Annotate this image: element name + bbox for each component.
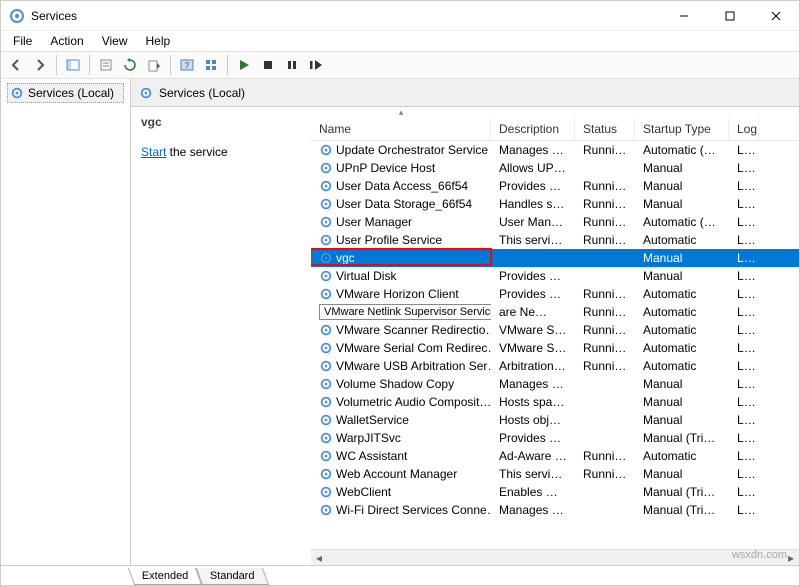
col-name[interactable]: Name <box>311 118 491 140</box>
col-status[interactable]: Status <box>575 118 635 140</box>
maximize-button[interactable] <box>707 1 753 31</box>
console-tree: Services (Local) <box>1 79 131 565</box>
gear-icon <box>319 251 333 265</box>
view-tabs: Extended Standard <box>1 565 799 585</box>
svg-text:?: ? <box>185 61 190 70</box>
toolbar: ? <box>1 51 799 79</box>
gear-icon <box>319 413 333 427</box>
detail-panel: vgc Start the service <box>131 107 311 565</box>
grid-header: Name Description Status Startup Type Log <box>311 117 799 141</box>
menu-help[interactable]: Help <box>138 32 179 50</box>
menu-view[interactable]: View <box>94 32 136 50</box>
gear-icon <box>10 86 24 100</box>
view-mode-button[interactable] <box>200 54 222 76</box>
main-area: Services (Local) Services (Local) vgc St… <box>1 79 799 565</box>
content-pane: Services (Local) vgc Start the service ▴… <box>131 79 799 565</box>
gear-icon <box>319 197 333 211</box>
service-row[interactable]: Volume Shadow CopyManages an…ManualLoc <box>311 375 799 393</box>
gear-icon <box>319 269 333 283</box>
tree-node-services-local[interactable]: Services (Local) <box>7 83 124 103</box>
service-row[interactable]: User Data Storage_66f54Handles sto…Runni… <box>311 195 799 213</box>
title-bar: Services <box>1 1 799 31</box>
sort-indicator-icon: ▴ <box>399 107 404 118</box>
show-hide-tree-button[interactable] <box>62 54 84 76</box>
service-row[interactable]: vgcManualLoc <box>311 249 799 267</box>
content-header-label: Services (Local) <box>159 86 245 100</box>
back-button[interactable] <box>5 54 27 76</box>
gear-icon <box>319 503 333 517</box>
scroll-left-icon[interactable]: ◂ <box>311 550 327 566</box>
col-logon[interactable]: Log <box>729 118 759 140</box>
gear-icon <box>319 431 333 445</box>
menu-file[interactable]: File <box>5 32 40 50</box>
service-row[interactable]: WC AssistantAd-Aware …RunningAutomaticLo… <box>311 447 799 465</box>
gear-icon <box>319 341 333 355</box>
grid-body[interactable]: Update Orchestrator ServiceManages W…Run… <box>311 141 799 549</box>
services-app-icon <box>9 8 25 24</box>
service-row[interactable]: Volumetric Audio Composit…Hosts spatia…M… <box>311 393 799 411</box>
tree-node-label: Services (Local) <box>28 86 114 100</box>
restart-service-button[interactable] <box>305 54 327 76</box>
pause-service-button[interactable] <box>281 54 303 76</box>
service-row[interactable]: WebClientEnables Win…Manual (Trig…Loc <box>311 483 799 501</box>
col-desc[interactable]: Description <box>491 118 575 140</box>
menu-action[interactable]: Action <box>42 32 91 50</box>
menu-bar: File Action View Help <box>1 31 799 51</box>
watermark: wsxdn.com <box>732 549 787 561</box>
help-button[interactable]: ? <box>176 54 198 76</box>
service-row[interactable]: Wi-Fi Direct Services Conne…Manages co…M… <box>311 501 799 519</box>
close-button[interactable] <box>753 1 799 31</box>
service-row[interactable]: Virtual DiskProvides m…ManualLoc <box>311 267 799 285</box>
properties-button[interactable] <box>95 54 117 76</box>
service-row[interactable]: VMware Scanner Redirectio…VMware Sca…Run… <box>311 321 799 339</box>
gear-icon <box>319 323 333 337</box>
tab-standard[interactable]: Standard <box>196 568 269 585</box>
gear-icon <box>319 377 333 391</box>
service-row[interactable]: User Profile ServiceThis service …Runnin… <box>311 231 799 249</box>
gear-icon <box>319 449 333 463</box>
minimize-button[interactable] <box>661 1 707 31</box>
service-row[interactable]: VMware USB Arbitration Ser…Arbitration …… <box>311 357 799 375</box>
gear-icon <box>319 161 333 175</box>
gear-icon <box>319 359 333 373</box>
service-row[interactable]: WalletServiceHosts objec…ManualLoc <box>311 411 799 429</box>
gear-icon <box>319 395 333 409</box>
service-row[interactable]: WarpJITSvcProvides a JI…Manual (Trig…Loc <box>311 429 799 447</box>
gear-icon <box>139 86 153 100</box>
start-service-button[interactable] <box>233 54 255 76</box>
content-header: Services (Local) <box>131 79 799 107</box>
service-row[interactable]: VMware Netlink Supervisor Serviceare Ne…… <box>311 303 799 321</box>
gear-icon <box>319 143 333 157</box>
refresh-button[interactable] <box>119 54 141 76</box>
forward-button[interactable] <box>29 54 51 76</box>
service-row[interactable]: Update Orchestrator ServiceManages W…Run… <box>311 141 799 159</box>
gear-icon <box>319 233 333 247</box>
gear-icon <box>319 485 333 499</box>
export-button[interactable] <box>143 54 165 76</box>
selected-service-name: vgc <box>141 115 301 129</box>
service-action-line: Start the service <box>141 145 301 159</box>
service-row[interactable]: VMware Serial Com Redirec…VMware Ser…Run… <box>311 339 799 357</box>
horizontal-scrollbar[interactable]: ◂ ▸ <box>311 549 799 565</box>
service-row[interactable]: VMware Horizon ClientProvides Ho…Running… <box>311 285 799 303</box>
service-row[interactable]: User Data Access_66f54Provides ap…Runnin… <box>311 177 799 195</box>
service-row[interactable]: Web Account ManagerThis service …Running… <box>311 465 799 483</box>
window-title: Services <box>31 9 661 23</box>
service-row[interactable]: UPnP Device HostAllows UPn…ManualLoc <box>311 159 799 177</box>
gear-icon <box>319 179 333 193</box>
col-startup[interactable]: Startup Type <box>635 118 729 140</box>
services-grid: ▴ Name Description Status Startup Type L… <box>311 107 799 565</box>
service-row[interactable]: User ManagerUser Manag…RunningAutomatic … <box>311 213 799 231</box>
gear-icon <box>319 467 333 481</box>
stop-service-button[interactable] <box>257 54 279 76</box>
tooltip: VMware Netlink Supervisor Service <box>319 304 491 320</box>
gear-icon <box>319 215 333 229</box>
tab-extended[interactable]: Extended <box>128 568 203 585</box>
start-service-link[interactable]: Start <box>141 145 166 159</box>
gear-icon <box>319 287 333 301</box>
